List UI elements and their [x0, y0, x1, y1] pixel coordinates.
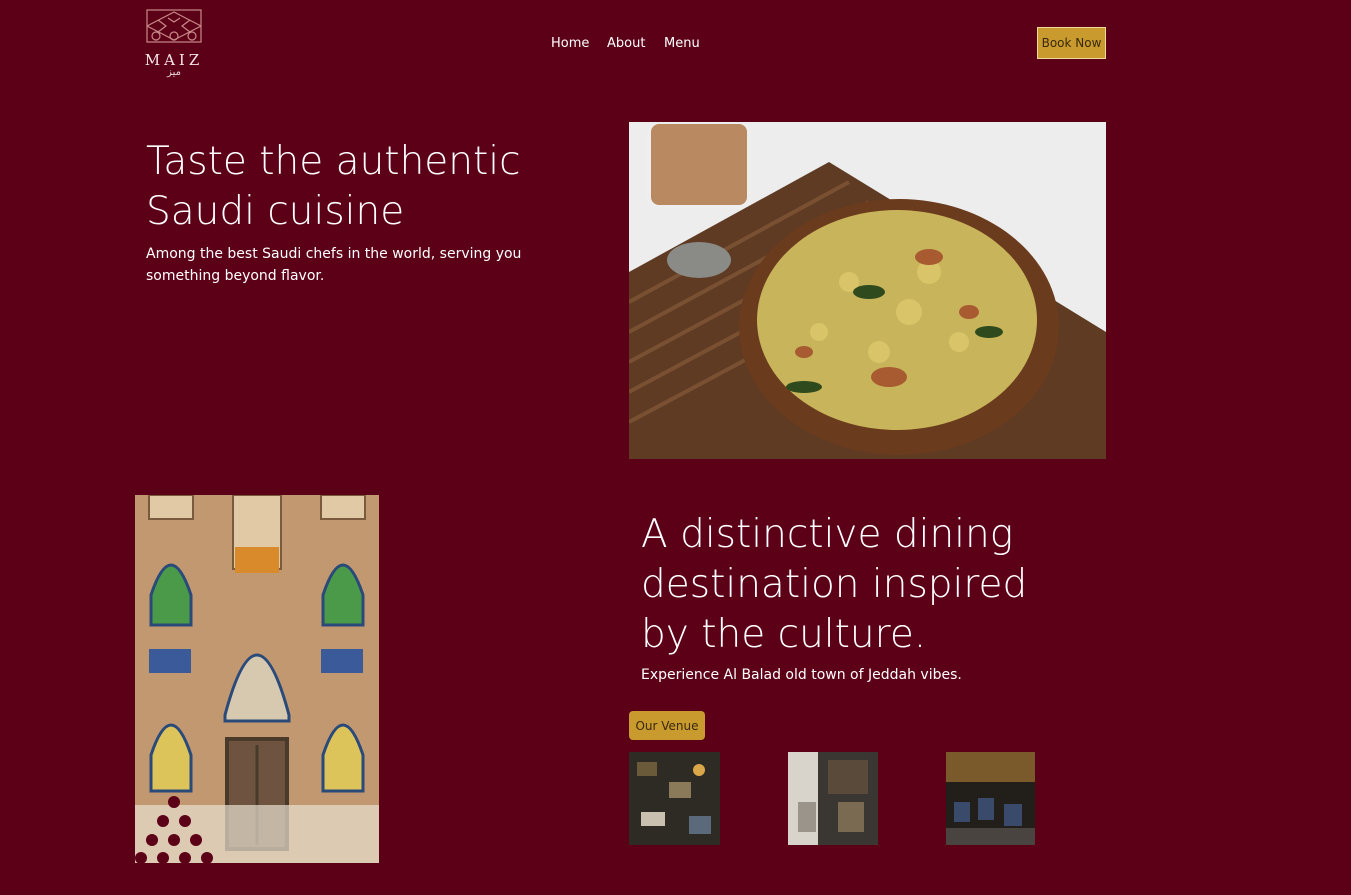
venue-photo-3	[946, 752, 1035, 845]
maiz-logo-icon	[146, 9, 202, 43]
hero-food-image	[628, 120, 1106, 459]
nav-home-link[interactable]: Home	[551, 36, 589, 51]
venue-photo-2	[788, 752, 878, 845]
venue-photo-1	[629, 752, 720, 845]
venue-thumbnail-3[interactable]	[946, 752, 1035, 845]
culture-title: A distinctive dining destination inspire…	[641, 512, 1028, 657]
nav-about-link[interactable]: About	[607, 36, 645, 51]
nav-menu-link[interactable]: Menu	[664, 36, 700, 51]
book-now-button[interactable]: Book Now	[1037, 27, 1106, 59]
venue-thumbnail-1[interactable]	[629, 752, 720, 845]
tiled-facade-image	[135, 494, 379, 864]
poha-bowl-image	[628, 120, 1106, 459]
venue-thumbnail-2[interactable]	[788, 752, 878, 845]
brand-logo[interactable]: MAIZ ميز	[138, 8, 210, 80]
culture-subtitle: Experience Al Balad old town of Jeddah v…	[641, 667, 962, 683]
our-venue-button[interactable]: Our Venue	[629, 711, 705, 740]
hero-title: Taste the authentic Saudi cuisine	[146, 139, 521, 234]
facade-image	[135, 494, 379, 864]
brand-name-arabic: ميز	[167, 67, 181, 78]
hero-subtitle: Among the best Saudi chefs in the world,…	[146, 246, 522, 284]
